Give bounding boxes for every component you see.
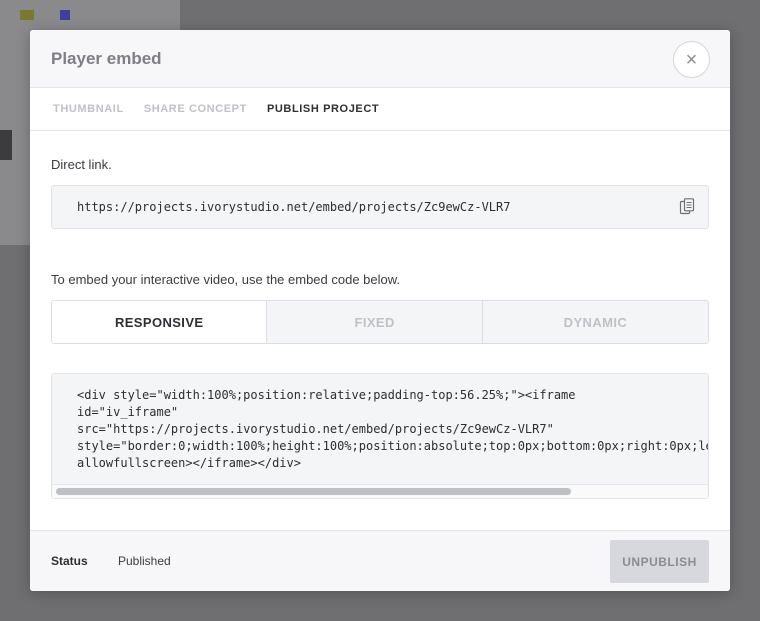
status-label: Status	[51, 554, 88, 568]
tab-share-concept[interactable]: SHARE CONCEPT	[144, 103, 247, 115]
close-icon: ×	[685, 48, 698, 71]
modal-header: Player embed ×	[30, 30, 730, 88]
mode-responsive-button[interactable]: RESPONSIVE	[52, 301, 267, 343]
unpublish-button[interactable]: UNPUBLISH	[610, 540, 709, 583]
modal-body: Direct link. https://projects.ivorystudi…	[30, 157, 730, 499]
tab-thumbnail[interactable]: THUMBNAIL	[53, 103, 124, 115]
background-color-strip	[0, 130, 12, 160]
direct-link-label: Direct link.	[51, 157, 112, 172]
mode-dynamic-button[interactable]: DYNAMIC	[481, 301, 708, 343]
tab-publish-project[interactable]: PUBLISH PROJECT	[267, 103, 379, 115]
embed-code-line: style="border:0;width:100%;height:100%;p…	[77, 439, 709, 453]
background-color-strip	[20, 10, 34, 20]
modal-footer: Status Published UNPUBLISH	[30, 530, 730, 591]
embed-code[interactable]: <div style="width:100%;position:relative…	[77, 387, 709, 472]
embed-code-line: allowfullscreen></iframe></div>	[77, 456, 301, 470]
copy-icon[interactable]	[679, 198, 695, 216]
close-button[interactable]: ×	[673, 41, 710, 78]
embed-code-line: <div style="width:100%;position:relative…	[77, 388, 576, 402]
mode-fixed-button[interactable]: FIXED	[266, 301, 482, 343]
scrollbar-thumb[interactable]	[56, 488, 571, 495]
tab-bar: THUMBNAIL SHARE CONCEPT PUBLISH PROJECT	[30, 88, 730, 131]
horizontal-scrollbar[interactable]	[52, 484, 708, 498]
background-color-strip	[60, 10, 70, 20]
status-value: Published	[118, 554, 171, 568]
modal-title: Player embed	[51, 49, 162, 68]
embed-mode-selector: RESPONSIVE FIXED DYNAMIC	[51, 300, 709, 344]
player-embed-modal: Player embed × THUMBNAIL SHARE CONCEPT P…	[30, 30, 730, 591]
direct-link-url[interactable]: https://projects.ivorystudio.net/embed/p…	[77, 200, 510, 214]
embed-instructions: To embed your interactive video, use the…	[51, 272, 401, 287]
embed-code-box[interactable]: <div style="width:100%;position:relative…	[51, 373, 709, 499]
direct-link-box: https://projects.ivorystudio.net/embed/p…	[51, 185, 709, 229]
embed-code-line: src="https://projects.ivorystudio.net/em…	[77, 422, 554, 436]
embed-code-line: id="iv_iframe"	[77, 405, 179, 419]
